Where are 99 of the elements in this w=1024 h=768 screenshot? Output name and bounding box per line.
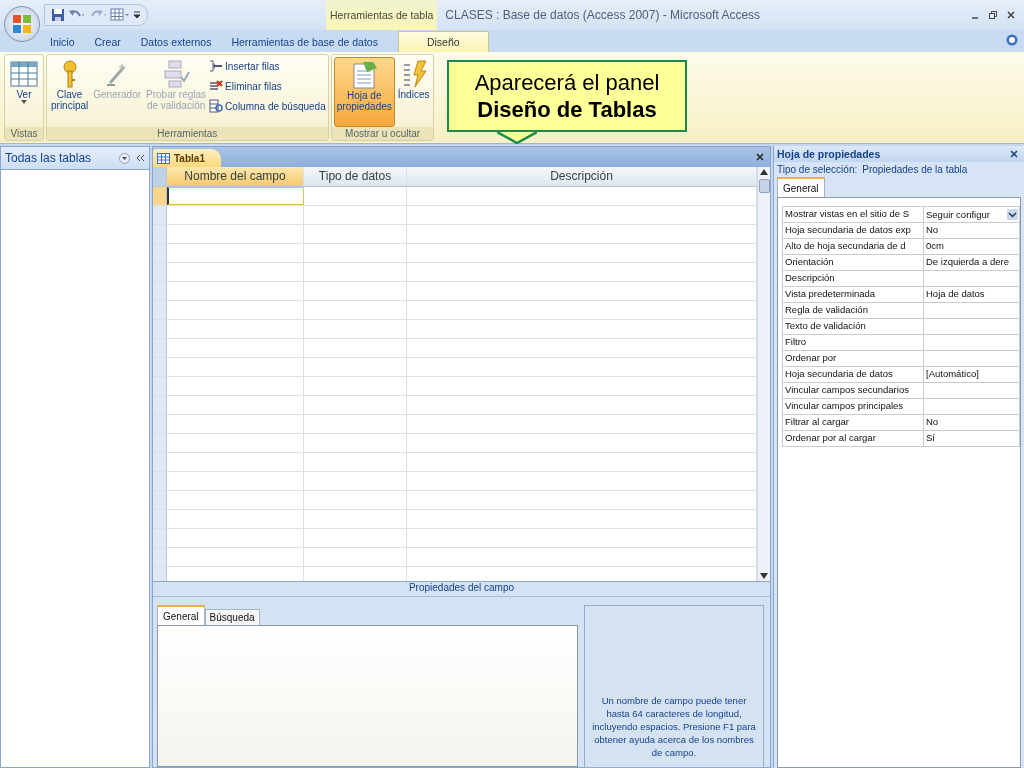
restore-icon[interactable]	[988, 10, 998, 20]
row-selector[interactable]	[153, 187, 167, 205]
property-name: Mostrar vistas en el sitio de S	[783, 207, 924, 222]
property-name: Orientación	[783, 255, 924, 270]
tab[interactable]: General	[777, 177, 825, 197]
row-selector[interactable]	[153, 472, 167, 490]
flowchart-icon	[161, 59, 192, 89]
ribbon-button[interactable]: Eliminar filas	[209, 79, 326, 93]
collapse-icon[interactable]	[135, 153, 145, 163]
row-selector[interactable]	[153, 415, 167, 433]
row-selector[interactable]	[153, 567, 167, 581]
office-button[interactable]	[4, 6, 40, 42]
row-selector[interactable]	[153, 339, 167, 357]
property-name: Filtrar al cargar	[783, 415, 924, 430]
panel-title: Hoja de propiedades	[777, 148, 881, 160]
table-icon	[157, 152, 170, 164]
property-value[interactable]: [Automático]	[924, 367, 1020, 382]
row-selector[interactable]	[153, 206, 167, 224]
table-view-icon[interactable]	[110, 8, 130, 22]
ribbon-button[interactable]: Hoja de propiedades	[333, 57, 395, 127]
row-selector[interactable]	[153, 358, 167, 376]
row-selector[interactable]	[153, 510, 167, 528]
ribbon-button[interactable]: Insertar filas	[209, 59, 326, 73]
help-text: Un nombre de campo puede tener hasta 64 caracteres de longitud, incluyendo espacios. Presione F1 para obtener ayuda acerca de los nombres de campo.	[591, 694, 757, 759]
scroll-down-icon[interactable]	[760, 573, 768, 579]
row-selector[interactable]	[153, 301, 167, 319]
tab[interactable]: General	[157, 605, 205, 625]
property-name: Filtro	[783, 335, 924, 350]
ribbon-button[interactable]: Ver	[7, 57, 41, 127]
property-name: Vincular campos secundarios	[783, 383, 924, 398]
squares-icon	[11, 13, 33, 35]
dropdown-icon[interactable]	[119, 152, 130, 164]
scroll-thumb[interactable]	[758, 179, 770, 193]
customize-icon[interactable]	[133, 9, 141, 21]
property-value[interactable]: De izquierda a dere	[924, 255, 1020, 270]
group-label: Mostrar u ocultar	[331, 127, 434, 140]
ribbon-tab[interactable]: Diseño	[397, 31, 489, 52]
insert-rows-icon	[209, 59, 224, 73]
section-title: Propiedades del campo	[153, 581, 770, 597]
property-name: Alto de hoja secundaria de d	[783, 239, 924, 254]
tab[interactable]: Búsqueda	[204, 609, 260, 625]
caret-icon	[21, 100, 27, 104]
column-header[interactable]: Tipo de datos	[304, 167, 407, 186]
ribbon-tab[interactable]: Inicio	[40, 32, 85, 52]
close-icon[interactable]	[1010, 150, 1018, 158]
ribbon-tab[interactable]: Datos externos	[130, 32, 222, 52]
callout-pointer	[497, 132, 537, 144]
column-header[interactable]: Nombre del campo	[167, 167, 304, 186]
selection-type-value: Propiedades de la tabla	[862, 164, 968, 175]
dropdown-icon	[1007, 209, 1018, 220]
property-name: Regla de validación	[783, 303, 924, 318]
save-icon[interactable]	[51, 8, 65, 22]
property-name: Descripción	[783, 271, 924, 286]
selection-type-label: Tipo de selección:	[777, 164, 858, 175]
property-value[interactable]: No	[924, 415, 1020, 430]
lookup-column-icon	[209, 99, 224, 113]
property-value[interactable]: No	[924, 223, 1020, 238]
row-selector[interactable]	[153, 491, 167, 509]
row-selector[interactable]	[153, 225, 167, 243]
row-selector[interactable]	[153, 263, 167, 281]
row-selector[interactable]	[153, 396, 167, 414]
ribbon-tab[interactable]: Herramientas de base de datos	[221, 32, 388, 52]
row-selector[interactable]	[153, 282, 167, 300]
close-icon[interactable]	[1006, 10, 1016, 20]
dropdown-field[interactable]: Seguir configur	[924, 207, 1020, 222]
row-selector[interactable]	[153, 244, 167, 262]
datasheet-icon	[9, 59, 39, 89]
nav-pane-title: Todas las tablas	[5, 151, 93, 165]
scroll-up-icon[interactable]	[760, 169, 768, 175]
property-name: Ordenar por al cargar	[783, 431, 924, 446]
delete-rows-icon	[209, 79, 224, 93]
row-selector[interactable]	[153, 529, 167, 547]
table-cell[interactable]	[167, 187, 304, 205]
property-name: Hoja secundaria de datos	[783, 367, 924, 382]
property-name: Hoja secundaria de datos exp	[783, 223, 924, 238]
row-selector[interactable]	[153, 548, 167, 566]
property-name: Texto de validación	[783, 319, 924, 334]
ribbon-tab[interactable]: Crear	[84, 32, 131, 52]
row-selector[interactable]	[153, 434, 167, 452]
document-tab[interactable]: Tabla1	[153, 149, 221, 167]
property-name: Vista predeterminada	[783, 287, 924, 302]
ribbon-button[interactable]: Clave principal	[49, 57, 91, 127]
group-label: Herramientas	[47, 127, 328, 140]
property-value[interactable]: Hoja de datos	[924, 287, 1020, 302]
property-name: Vincular campos principales	[783, 399, 924, 414]
row-selector[interactable]	[153, 320, 167, 338]
row-selector[interactable]	[153, 453, 167, 471]
ribbon-button[interactable]: Columna de búsqueda	[209, 99, 326, 113]
contextual-tab-group: Herramientas de tabla	[326, 0, 438, 30]
property-name: Ordenar por	[783, 351, 924, 366]
window-title: CLASES : Base de datos (Access 2007) - Microsoft Access	[445, 8, 762, 22]
group-label: Vistas	[5, 127, 43, 140]
row-selector[interactable]	[153, 377, 167, 395]
help-icon[interactable]	[1006, 34, 1018, 46]
property-value[interactable]: 0cm	[924, 239, 1020, 254]
ribbon-button[interactable]: Índices	[395, 57, 432, 127]
select-all-corner[interactable]	[153, 167, 167, 186]
close-icon[interactable]	[756, 153, 764, 161]
property-value[interactable]: Sí	[924, 431, 1020, 446]
